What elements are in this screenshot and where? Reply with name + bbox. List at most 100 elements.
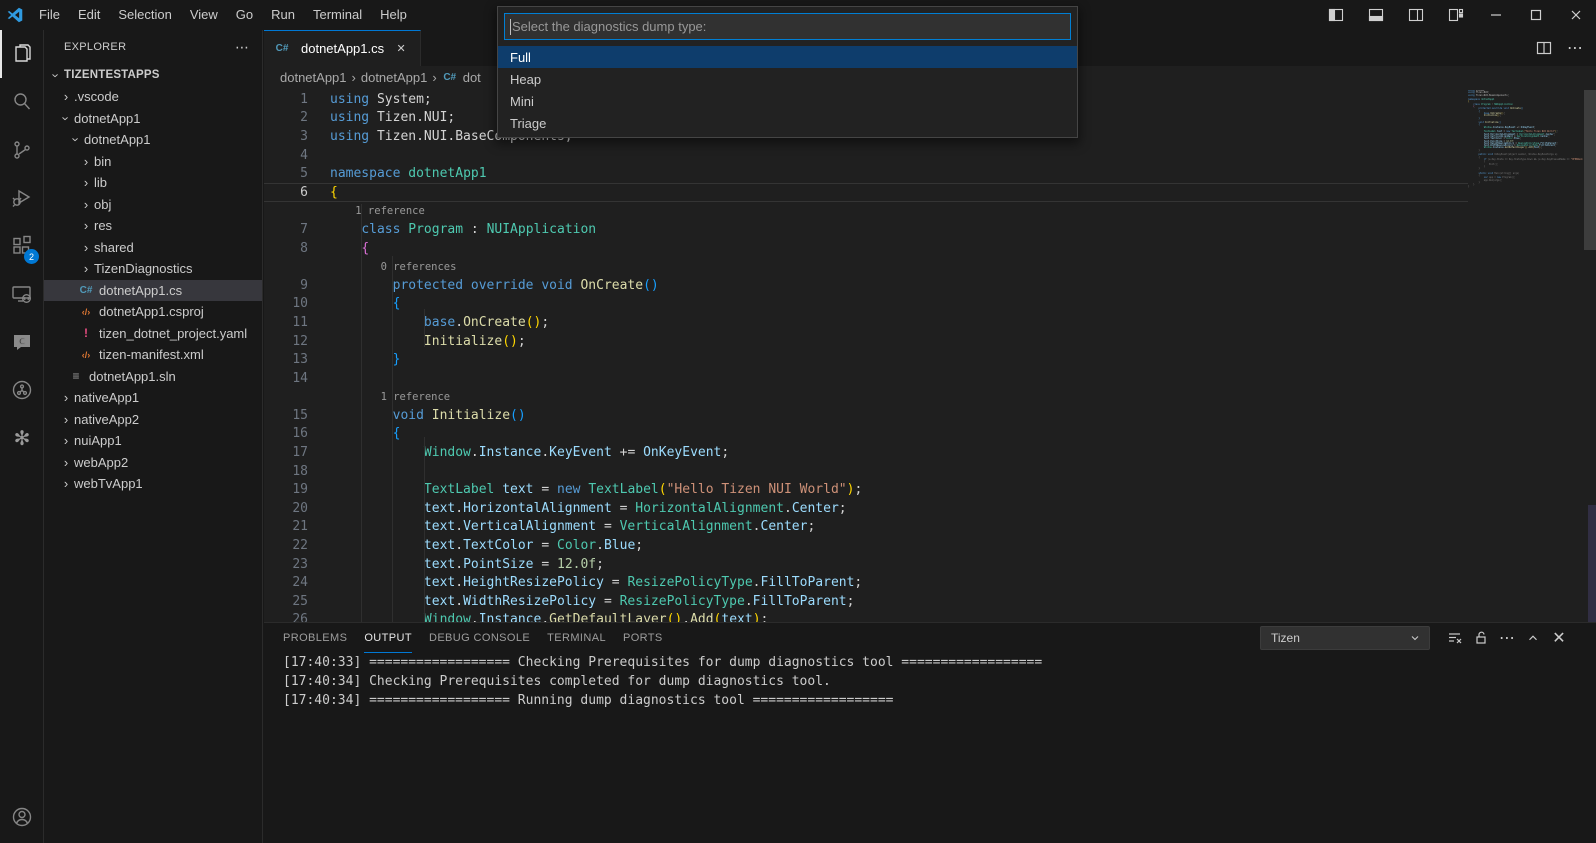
output-channel-select[interactable]: Tizen: [1260, 626, 1430, 650]
code-line[interactable]: 8 {: [264, 239, 1468, 258]
tree-folder-webapp2[interactable]: ›webApp2: [44, 452, 262, 474]
code-line[interactable]: 23 text.PointSize = 12.0f;: [264, 555, 1468, 574]
code-line[interactable]: 20 text.HorizontalAlignment = Horizontal…: [264, 499, 1468, 518]
quickpick-input[interactable]: Select the diagnostics dump type:: [504, 13, 1071, 40]
menu-help[interactable]: Help: [371, 0, 416, 30]
tree-folder-dotnetapp1[interactable]: ›dotnetApp1: [44, 129, 262, 151]
menu-view[interactable]: View: [181, 0, 227, 30]
close-icon[interactable]: [1556, 0, 1596, 30]
code-line[interactable]: 12 Initialize();: [264, 332, 1468, 351]
tree-folder-nativeapp2[interactable]: ›nativeApp2: [44, 409, 262, 431]
code-line[interactable]: 25 text.WidthResizePolicy = ResizePolicy…: [264, 592, 1468, 611]
activity-run-debug[interactable]: [0, 174, 44, 222]
tree-folder-webtvapp1[interactable]: ›webTvApp1: [44, 473, 262, 495]
workspace-root-row[interactable]: › TIZENTESTAPPS: [44, 64, 262, 86]
panel-tab-output[interactable]: OUTPUT: [364, 623, 412, 653]
breadcrumb-item[interactable]: C#dot: [442, 69, 481, 85]
activity-explorer[interactable]: [0, 30, 44, 78]
tab-dotnetapp1-cs[interactable]: C# dotnetApp1.cs ✕: [264, 30, 421, 66]
tree-file-dotnetapp1-csproj[interactable]: ‹/›dotnetApp1.csproj: [44, 301, 262, 323]
code-line[interactable]: 17 Window.Instance.KeyEvent += OnKeyEven…: [264, 443, 1468, 462]
code-editor[interactable]: 1using System;2using Tizen.NUI;3using Ti…: [264, 90, 1468, 629]
maximize-panel-icon[interactable]: [1520, 626, 1546, 650]
code-line[interactable]: 9 protected override void OnCreate(): [264, 276, 1468, 295]
close-panel-icon[interactable]: ✕: [1546, 626, 1572, 650]
tree-folder--vscode[interactable]: ›.vscode: [44, 86, 262, 108]
activity-search[interactable]: [0, 78, 44, 126]
panel-more-icon[interactable]: ⋯: [1494, 626, 1520, 650]
code-line[interactable]: 19 TextLabel text = new TextLabel("Hello…: [264, 480, 1468, 499]
quickpick-option-heap[interactable]: Heap: [498, 68, 1077, 90]
tree-folder-shared[interactable]: ›shared: [44, 237, 262, 259]
tree-file-tizen-dotnet-project-yaml[interactable]: !tizen_dotnet_project.yaml: [44, 323, 262, 345]
tree-file-dotnetapp1-cs[interactable]: C#dotnetApp1.cs: [44, 280, 262, 302]
codelens-references[interactable]: 1 reference: [330, 205, 425, 217]
split-editor-icon[interactable]: [1536, 40, 1562, 56]
panel-tab-ports[interactable]: PORTS: [623, 623, 663, 653]
activity-extensions[interactable]: 2: [0, 222, 44, 270]
breadcrumb-item[interactable]: dotnetApp1: [361, 70, 428, 85]
tree-folder-obj[interactable]: ›obj: [44, 194, 262, 216]
explorer-more-actions-icon[interactable]: ⋯: [235, 39, 250, 56]
activity-account[interactable]: [0, 793, 44, 841]
code-line[interactable]: 4: [264, 146, 1468, 165]
tab-close-icon[interactable]: ✕: [392, 40, 410, 58]
code-line[interactable]: 10 {: [264, 295, 1468, 314]
activity-source-control[interactable]: [0, 126, 44, 174]
toggle-panel-icon[interactable]: [1356, 0, 1396, 30]
tree-folder-nuiapp1[interactable]: ›nuiApp1: [44, 430, 262, 452]
tree-file-tizen-manifest-xml[interactable]: ‹/›tizen-manifest.xml: [44, 344, 262, 366]
code-line[interactable]: 5namespace dotnetApp1: [264, 164, 1468, 183]
activity-tizen-chat[interactable]: C: [0, 318, 44, 366]
code-line[interactable]: 14: [264, 369, 1468, 388]
tree-item-label: bin: [94, 154, 111, 169]
editor-scrollbar[interactable]: [1584, 90, 1596, 250]
menu-terminal[interactable]: Terminal: [304, 0, 371, 30]
menu-edit[interactable]: Edit: [69, 0, 109, 30]
code-line[interactable]: 24 text.HeightResizePolicy = ResizePolic…: [264, 573, 1468, 592]
activity-tizen-extension[interactable]: ✻: [0, 414, 44, 462]
maximize-icon[interactable]: [1516, 0, 1556, 30]
code-line[interactable]: 18: [264, 462, 1468, 481]
minimize-icon[interactable]: [1476, 0, 1516, 30]
panel-tab-terminal[interactable]: TERMINAL: [547, 623, 606, 653]
toggle-primary-sidebar-icon[interactable]: [1316, 0, 1356, 30]
tree-folder-nativeapp1[interactable]: ›nativeApp1: [44, 387, 262, 409]
unlock-scroll-icon[interactable]: [1468, 626, 1494, 650]
quickpick-option-triage[interactable]: Triage: [498, 112, 1077, 134]
code-line[interactable]: 13 }: [264, 350, 1468, 369]
tree-folder-lib[interactable]: ›lib: [44, 172, 262, 194]
code-line[interactable]: 21 text.VerticalAlignment = VerticalAlig…: [264, 518, 1468, 537]
code-line[interactable]: 16 {: [264, 425, 1468, 444]
tree-folder-res[interactable]: ›res: [44, 215, 262, 237]
tree-folder-tizendiagnostics[interactable]: ›TizenDiagnostics: [44, 258, 262, 280]
menu-go[interactable]: Go: [227, 0, 262, 30]
clear-output-icon[interactable]: [1442, 626, 1468, 650]
quickpick-option-mini[interactable]: Mini: [498, 90, 1077, 112]
tree-folder-bin[interactable]: ›bin: [44, 151, 262, 173]
tree-folder-dotnetapp1[interactable]: ›dotnetApp1: [44, 108, 262, 130]
code-line[interactable]: 15 void Initialize(): [264, 406, 1468, 425]
toggle-secondary-sidebar-icon[interactable]: [1396, 0, 1436, 30]
breadcrumb-item[interactable]: dotnetApp1: [280, 70, 347, 85]
menu-run[interactable]: Run: [262, 0, 304, 30]
activity-remote-explorer[interactable]: [0, 270, 44, 318]
more-actions-icon[interactable]: ⋯: [1562, 38, 1588, 58]
codelens-references[interactable]: 1 reference: [330, 391, 450, 403]
code-line[interactable]: 7 class Program : NUIApplication: [264, 220, 1468, 239]
menu-selection[interactable]: Selection: [109, 0, 180, 30]
output-log[interactable]: [17:40:33] ================== Checking P…: [283, 653, 1586, 710]
minimap[interactable]: using System;using Tizen.NUI;using Tizen…: [1468, 90, 1583, 189]
activity-tizen-device-manager[interactable]: [0, 366, 44, 414]
quickpick-option-full[interactable]: Full: [498, 46, 1077, 68]
code-line[interactable]: 11 base.OnCreate();: [264, 313, 1468, 332]
panel-tab-debug-console[interactable]: DEBUG CONSOLE: [429, 623, 530, 653]
code-line[interactable]: 22 text.TextColor = Color.Blue;: [264, 536, 1468, 555]
code-line[interactable]: 6{: [264, 183, 1468, 202]
panel-tab-problems[interactable]: PROBLEMS: [283, 623, 347, 653]
menu-file[interactable]: File: [30, 0, 69, 30]
indent-guide: [361, 204, 362, 622]
customize-layout-icon[interactable]: [1436, 0, 1476, 30]
codelens-references[interactable]: 0 references: [330, 261, 456, 273]
tree-file-dotnetapp1-sln[interactable]: ≡dotnetApp1.sln: [44, 366, 262, 388]
